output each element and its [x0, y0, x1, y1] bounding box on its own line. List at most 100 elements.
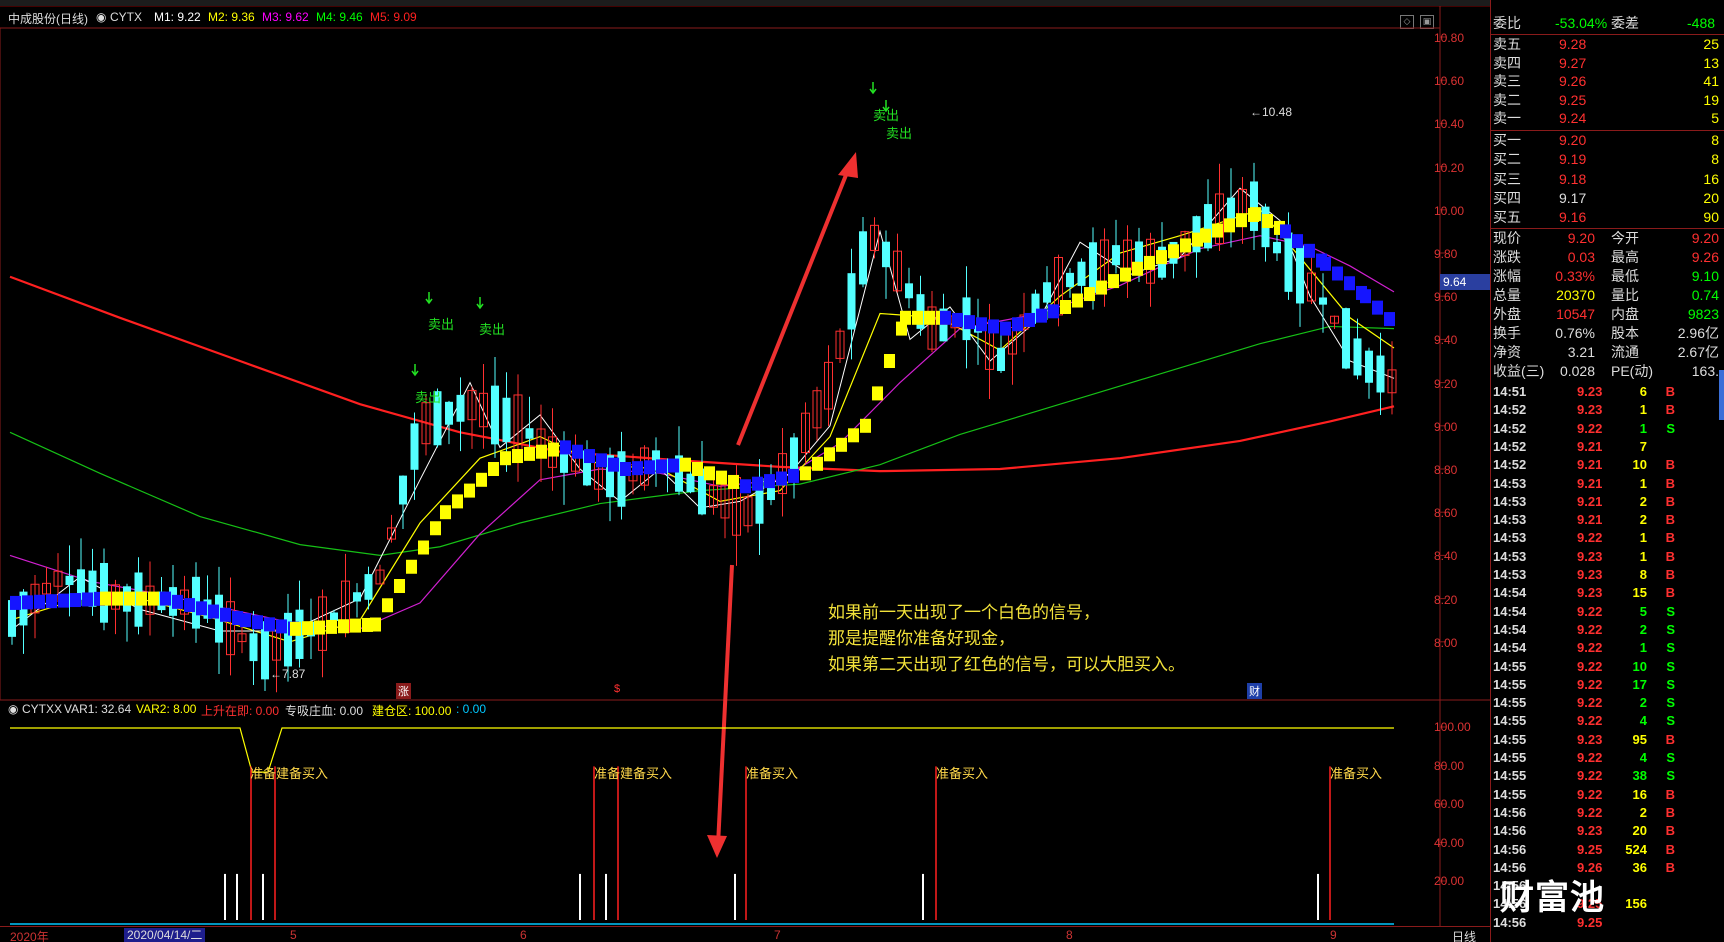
tick-price: 9.22: [1577, 420, 1603, 436]
stat-row: 现价 9.20 今开 9.20: [1491, 229, 1724, 248]
trend-ribbon-block: [1168, 244, 1179, 259]
trend-ribbon-block: [976, 317, 987, 332]
trend-ribbon-block: [536, 444, 547, 459]
tick-price: 9.22: [1577, 750, 1603, 765]
bid-row: 买五 9.16 90: [1491, 208, 1724, 227]
tick-row: 14:55 9.22 17 S: [1491, 676, 1724, 694]
candle-body: [353, 592, 361, 602]
sub-indicator-name[interactable]: CYTXX: [22, 702, 62, 716]
ask-level-label: 卖一: [1493, 110, 1521, 126]
price-tick-label: 9.60: [1434, 290, 1458, 305]
tick-row: 14:53 9.21 1 B: [1491, 475, 1724, 493]
stat-value: 0.03: [1567, 249, 1595, 265]
tick-row: 14:55 9.22 38 S: [1491, 767, 1724, 785]
tick-price: 9.21: [1577, 457, 1603, 473]
ask-row: 卖五 9.28 25: [1491, 35, 1724, 54]
bid-volume: 20: [1703, 189, 1719, 206]
tick-row: 14:55 9.23 95 B: [1491, 731, 1724, 749]
buy-signal-label: 准备建备买入: [250, 766, 329, 781]
price-tick-label: 8.80: [1434, 463, 1458, 477]
candle-body: [686, 473, 695, 493]
event-marker-dollar[interactable]: $: [614, 683, 620, 695]
stat-value: 20370: [1556, 287, 1595, 303]
tick-direction: B: [1665, 823, 1675, 839]
selected-date[interactable]: 2020/04/14/二: [124, 928, 206, 942]
tick-price: 9.21: [1577, 438, 1603, 454]
tick-price: 9.25: [1577, 841, 1603, 857]
bid-level-label: 买五: [1493, 209, 1521, 226]
chevron-down-icon[interactable]: ◉: [8, 702, 18, 716]
down-arrow-icon: [425, 292, 433, 305]
candle-body: [1066, 272, 1074, 288]
trend-ribbon-block: [252, 615, 263, 630]
date-label: 2020年: [10, 930, 49, 942]
trend-ribbon-block: [196, 601, 207, 616]
stat-label: 流通: [1611, 344, 1639, 360]
trend-ribbon-block: [1212, 223, 1223, 238]
ask-row: 卖一 9.24 5: [1491, 109, 1724, 128]
scrollbar[interactable]: [1719, 370, 1724, 420]
buy-signal-label: 准备买入: [746, 766, 799, 781]
sub-tick-label: 40.00: [1434, 835, 1465, 850]
trend-ribbon-block: [172, 594, 183, 609]
trend-ribbon-block: [488, 462, 499, 476]
ma2-line: [9, 209, 1395, 643]
tick-time: 14:55: [1493, 676, 1527, 692]
date-label: 6: [520, 928, 527, 942]
trend-ribbon-block: [872, 386, 883, 401]
down-arrow-icon: [411, 364, 419, 377]
candle-body: [847, 273, 856, 330]
trend-ribbon-block: [184, 598, 195, 613]
stat-label: 最高: [1611, 249, 1639, 265]
stat-value: 0.028: [1559, 363, 1595, 379]
tick-time: 14:55: [1493, 750, 1527, 765]
trend-ribbon-block: [644, 460, 655, 475]
period-label[interactable]: 日线: [1452, 928, 1476, 942]
tick-volume: 2: [1639, 621, 1647, 637]
price-tick-label: 9.20: [1434, 376, 1458, 391]
trend-ribbon-block: [656, 459, 667, 474]
weicha-label: 委差: [1611, 15, 1639, 31]
trend-ribbon-block: [112, 591, 123, 606]
date-label: 9: [1330, 928, 1337, 942]
ask-price: 9.24: [1559, 110, 1587, 126]
sell-signal: 卖出: [415, 390, 442, 405]
stock-trading-window: 中成股份(日线) ◉ CYTX M1: 9.22 M2: 9.36 M3: 9.…: [0, 0, 1724, 942]
annotation-arrow-up: [736, 164, 852, 446]
candle-body: [1112, 245, 1120, 266]
tick-volume: 524: [1625, 841, 1647, 857]
tick-row: 14:54 9.23 15 B: [1491, 584, 1724, 602]
event-marker-finance[interactable]: 财: [1247, 683, 1262, 699]
candle-body: [1273, 241, 1281, 254]
trend-ribbon-block: [1236, 213, 1247, 228]
date-axis[interactable]: 2020年 2020/04/14/二 5 6 7 8 9 日线: [0, 926, 1490, 942]
tick-direction: S: [1666, 676, 1675, 692]
price-tick-label: 8.20: [1434, 592, 1458, 607]
tick-row: 14:51 9.23 6 B: [1491, 383, 1724, 401]
tick-row: 14:53 9.23 1 B: [1491, 548, 1724, 566]
price-tick-label: 8.60: [1434, 506, 1458, 521]
tick-time: 14:54: [1493, 640, 1527, 656]
event-marker-limit-up[interactable]: 涨: [396, 683, 411, 699]
kline-chart[interactable]: [0, 0, 1490, 942]
trend-ribbon-block: [1332, 266, 1343, 281]
price-tick-label: 8.40: [1434, 549, 1458, 564]
tick-price: 9.23: [1577, 402, 1603, 418]
trend-ribbon-block: [560, 440, 571, 455]
trend-ribbon-block: [1360, 289, 1371, 304]
stat-label: 量比: [1611, 287, 1639, 303]
stat-value: 0.76%: [1555, 325, 1595, 341]
stat-label: 总量: [1493, 287, 1521, 303]
trend-ribbon-block: [276, 619, 287, 634]
trend-ribbon-block: [824, 447, 835, 462]
candle-body: [410, 423, 419, 470]
annotation-line: 那是提醒你准备好现金，: [828, 629, 1015, 648]
candle-body: [1284, 232, 1293, 292]
trend-ribbon-block: [382, 598, 393, 613]
tick-row: 14:55 9.22 10 S: [1491, 658, 1724, 676]
trend-ribbon-block: [1372, 300, 1383, 315]
stat-label: 外盘: [1493, 306, 1521, 322]
trend-ribbon-block: [776, 471, 787, 486]
tick-direction: B: [1665, 804, 1675, 820]
trend-ribbon-block: [1200, 228, 1211, 243]
